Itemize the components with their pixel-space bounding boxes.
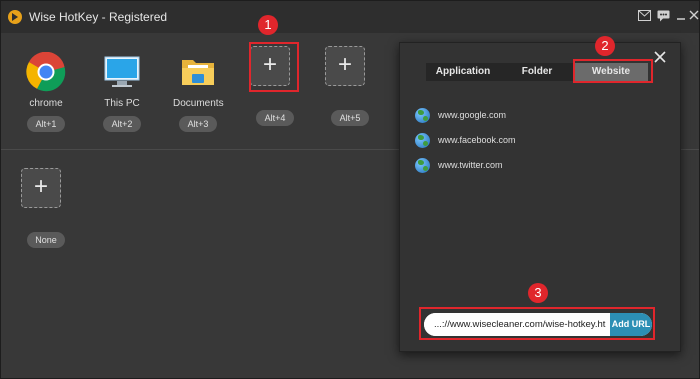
- add-shortcut-button[interactable]: +: [325, 46, 365, 86]
- globe-icon: [415, 107, 430, 123]
- globe-icon: [415, 157, 430, 173]
- shortcut-label: [21, 214, 71, 226]
- shortcut-tile-this-pc[interactable]: This PC Alt+2: [97, 52, 147, 132]
- title-bar: Wise HotKey - Registered: [1, 1, 699, 33]
- highlight-frame-1: [249, 42, 299, 92]
- shortcut-tile-empty-5[interactable]: + Alt+5: [325, 46, 375, 126]
- shortcut-tile-empty-row2[interactable]: + None: [21, 168, 71, 248]
- annotation-badge-1: 1: [258, 15, 278, 35]
- highlight-frame-2: [573, 59, 653, 83]
- shortcut-label: [325, 92, 375, 104]
- hotkey-badge[interactable]: Alt+5: [331, 110, 369, 126]
- shortcut-label: chrome: [29, 98, 63, 109]
- shortcut-label: This PC: [104, 98, 140, 109]
- hotkey-badge[interactable]: Alt+1: [27, 116, 65, 132]
- website-item-google[interactable]: www.google.com: [415, 107, 506, 123]
- chrome-icon: [26, 51, 66, 92]
- folder-icon: [178, 52, 218, 92]
- chat-icon[interactable]: [657, 10, 670, 23]
- annotation-badge-2: 2: [595, 36, 615, 56]
- hotkey-badge[interactable]: Alt+4: [256, 110, 294, 126]
- add-shortcut-panel: Application Folder Website www.google.co…: [399, 42, 681, 352]
- globe-icon: [415, 132, 430, 148]
- mail-icon[interactable]: [638, 10, 651, 23]
- window-title: Wise HotKey - Registered: [29, 10, 168, 24]
- shortcut-tile-documents[interactable]: Documents Alt+3: [173, 52, 224, 132]
- close-icon[interactable]: [687, 10, 700, 23]
- tab-folder[interactable]: Folder: [500, 63, 574, 81]
- minimize-icon[interactable]: [674, 10, 687, 23]
- app-window: Wise HotKey - Registered chrome Alt+1 Th…: [0, 0, 700, 379]
- annotation-badge-3: 3: [528, 283, 548, 303]
- shortcut-label: Documents: [173, 98, 224, 109]
- shortcut-tile-chrome[interactable]: chrome Alt+1: [21, 51, 71, 132]
- app-logo-icon: [8, 10, 22, 24]
- shortcut-label: [250, 92, 300, 104]
- add-shortcut-button[interactable]: +: [21, 168, 61, 208]
- highlight-frame-3: [419, 307, 655, 340]
- website-label: www.google.com: [438, 110, 507, 120]
- website-label: www.facebook.com: [438, 135, 516, 145]
- hotkey-badge[interactable]: Alt+2: [103, 116, 141, 132]
- panel-close-icon[interactable]: [654, 51, 666, 67]
- tab-application[interactable]: Application: [426, 63, 500, 81]
- hotkey-badge[interactable]: Alt+3: [179, 116, 217, 132]
- hotkey-badge[interactable]: None: [27, 232, 65, 248]
- website-item-twitter[interactable]: www.twitter.com: [415, 157, 503, 173]
- monitor-icon: [102, 52, 142, 92]
- website-label: www.twitter.com: [438, 160, 503, 170]
- website-item-facebook[interactable]: www.facebook.com: [415, 132, 516, 148]
